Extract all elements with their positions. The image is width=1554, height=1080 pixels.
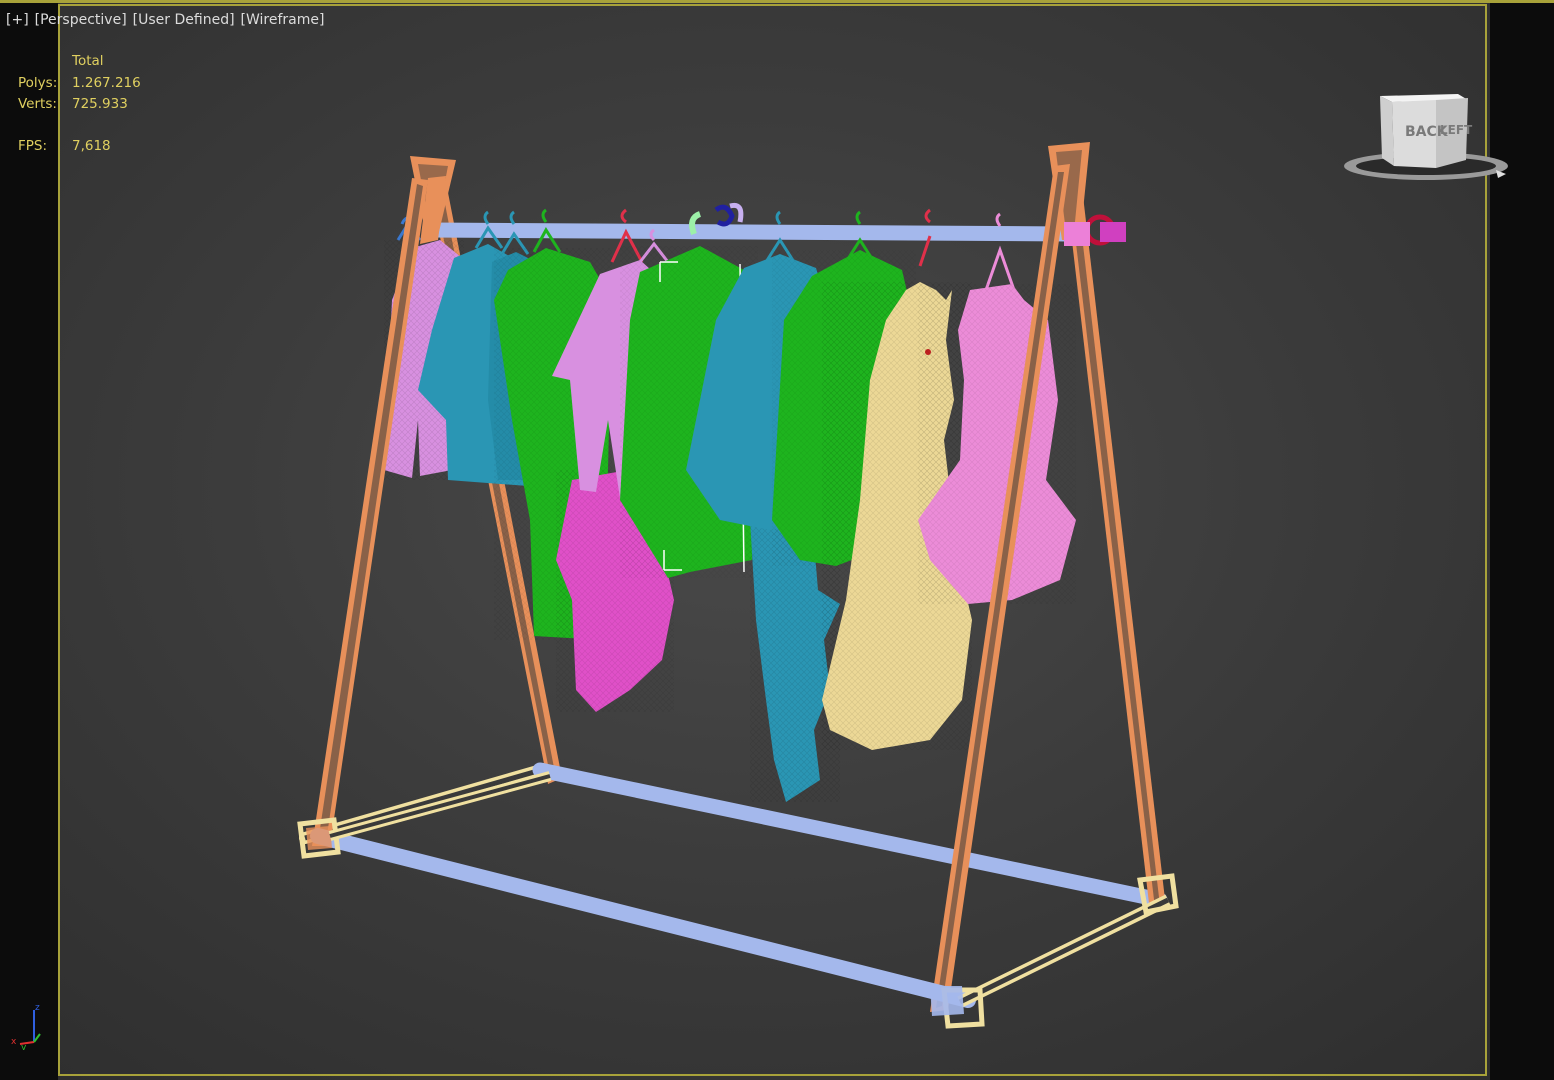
bottom-rail-back[interactable] [532,762,1168,908]
axis-y-label: y [21,1043,27,1050]
viewport-label-menu: [+] [Perspective] [User Defined] [Wireframe… [6,12,330,28]
viewport-shading-preset-menu[interactable]: [User Defined] [133,12,235,28]
verts-label: Verts: [18,96,57,112]
polys-value: 1.267.216 [72,75,141,91]
axis-z-label: z [35,1003,40,1013]
stats-header: Total [72,53,104,69]
verts-value: 725.933 [72,96,128,112]
polys-label: Polys: [18,75,58,91]
viewport-visual-style-menu[interactable]: [Wireframe] [241,12,325,28]
fps-label: FPS: [18,138,48,154]
base-crossbar-back[interactable] [299,762,554,844]
bottom-rail-front[interactable] [310,828,976,1008]
top-hanging-rail[interactable] [422,222,1078,242]
wireframe-scene[interactable] [0,0,1554,1080]
axis-tripod-icon: z x y [11,1003,41,1050]
viewport-point-of-view-menu[interactable]: [Perspective] [35,12,127,28]
right-back-leg[interactable] [1064,170,1166,912]
viewport-general-menu[interactable]: [+] [6,12,29,28]
viewcube-left-label: LEFT [1440,123,1473,137]
axis-x-label: x [11,1037,17,1047]
fps-value: 7,618 [72,138,111,154]
viewcube[interactable]: BACK LEFT [1340,90,1512,190]
